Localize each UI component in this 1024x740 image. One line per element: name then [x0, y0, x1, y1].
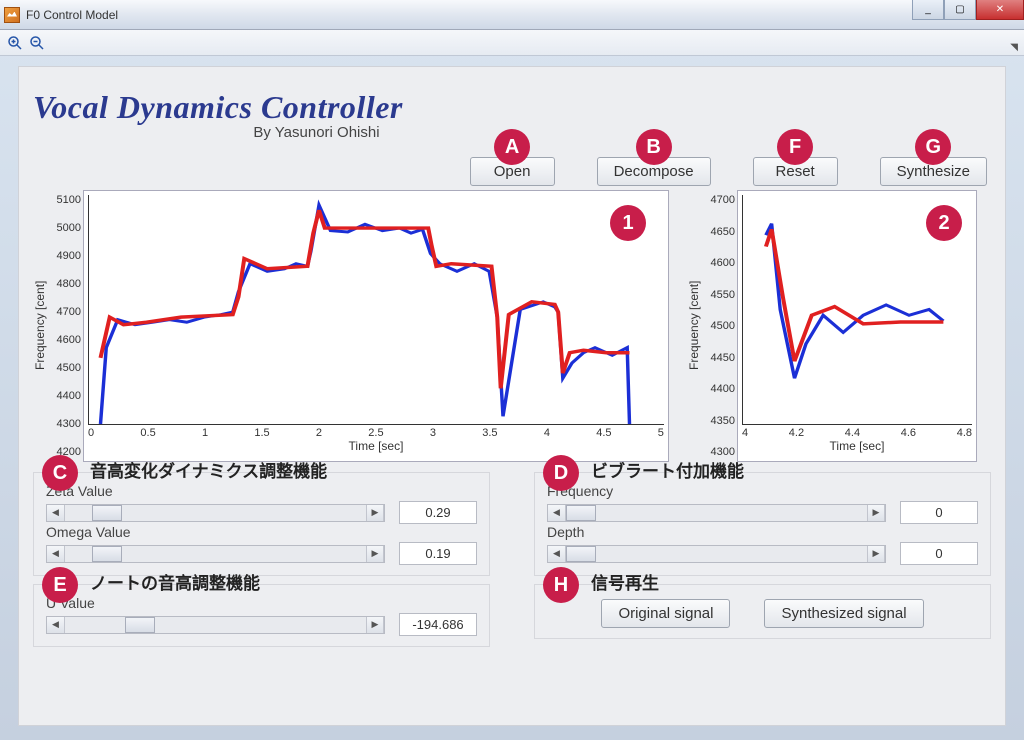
window-titlebar: F0 Control Model _ ▢ ✕: [0, 0, 1024, 30]
vibrato-group: D ビブラート付加機能 Frequency ◀ ▶ 0 Depth ◀: [534, 472, 991, 576]
toolbar-corner-icon: ◥: [1010, 42, 1018, 53]
omega-label: Omega Value: [46, 524, 477, 540]
chart1-ylabel: Frequency [cent]: [33, 190, 51, 462]
arrow-right-icon[interactable]: ▶: [867, 546, 885, 562]
arrow-left-icon[interactable]: ◀: [47, 617, 65, 633]
section-e-title: ノートの音高調整機能: [90, 569, 260, 594]
maximize-button[interactable]: ▢: [944, 0, 976, 20]
window-title: F0 Control Model: [26, 8, 118, 22]
toolbar: ◥: [0, 30, 1024, 56]
frequency-label: Frequency: [547, 483, 978, 499]
zeta-slider[interactable]: ◀ ▶: [46, 504, 385, 522]
badge-1: 1: [610, 205, 646, 241]
chart2-ylabel: Frequency [cent]: [687, 190, 705, 462]
frequency-value[interactable]: 0: [900, 501, 978, 524]
synthesized-signal-button[interactable]: Synthesized signal: [764, 599, 923, 628]
zoom-out-icon[interactable]: [28, 34, 46, 52]
section-d-title: ビブラート付加機能: [591, 457, 744, 482]
chart-2[interactable]: Frequency [cent] 47004650460045504500445…: [687, 190, 977, 462]
u-slider[interactable]: ◀ ▶: [46, 616, 385, 634]
pitch-dynamics-group: C 音高変化ダイナミクス調整機能 Zeta Value ◀ ▶ 0.29 Ome…: [33, 472, 490, 576]
arrow-right-icon[interactable]: ▶: [366, 505, 384, 521]
arrow-right-icon[interactable]: ▶: [867, 505, 885, 521]
arrow-left-icon[interactable]: ◀: [47, 546, 65, 562]
badge-2: 2: [926, 205, 962, 241]
chart-1[interactable]: Frequency [cent] 51005000490048004700460…: [33, 190, 669, 462]
chart1-yticks: 5100500049004800470046004500440043004200: [51, 190, 83, 462]
note-pitch-group: E ノートの音高調整機能 U Value ◀ ▶ -194.686: [33, 584, 490, 647]
zoom-in-icon[interactable]: [6, 34, 24, 52]
main-panel: Vocal Dynamics Controller By Yasunori Oh…: [18, 66, 1006, 726]
close-button[interactable]: ✕: [976, 0, 1024, 20]
chart2-xticks: 44.24.44.64.8: [742, 425, 972, 439]
app-icon: [4, 7, 20, 23]
minimize-button[interactable]: _: [912, 0, 944, 20]
arrow-right-icon[interactable]: ▶: [366, 617, 384, 633]
arrow-left-icon[interactable]: ◀: [548, 546, 566, 562]
badge-e: E: [42, 567, 78, 603]
chart1-xticks: 00.511.522.533.544.55: [88, 425, 664, 439]
depth-value[interactable]: 0: [900, 542, 978, 565]
playback-group: H 信号再生 Original signal Synthesized signa…: [534, 584, 991, 639]
depth-slider[interactable]: ◀ ▶: [547, 545, 886, 563]
omega-slider[interactable]: ◀ ▶: [46, 545, 385, 563]
u-label: U Value: [46, 595, 477, 611]
u-value[interactable]: -194.686: [399, 613, 477, 636]
frequency-slider[interactable]: ◀ ▶: [547, 504, 886, 522]
window-buttons: _ ▢ ✕: [912, 0, 1024, 20]
depth-label: Depth: [547, 524, 978, 540]
original-signal-button[interactable]: Original signal: [601, 599, 730, 628]
chart2-yticks: 470046504600455045004450440043504300: [705, 190, 737, 462]
section-c-title: 音高変化ダイナミクス調整機能: [90, 457, 327, 482]
badge-b: B: [636, 129, 672, 165]
zeta-label: Zeta Value: [46, 483, 477, 499]
byline: By Yasunori Ohishi: [33, 124, 470, 141]
omega-value[interactable]: 0.19: [399, 542, 477, 565]
app-title: Vocal Dynamics Controller: [33, 89, 470, 126]
badge-h: H: [543, 567, 579, 603]
arrow-left-icon[interactable]: ◀: [47, 505, 65, 521]
badge-f: F: [777, 129, 813, 165]
badge-d: D: [543, 455, 579, 491]
badge-c: C: [42, 455, 78, 491]
badge-a: A: [494, 129, 530, 165]
arrow-left-icon[interactable]: ◀: [548, 505, 566, 521]
section-h-title: 信号再生: [591, 569, 659, 594]
arrow-right-icon[interactable]: ▶: [366, 546, 384, 562]
zeta-value[interactable]: 0.29: [399, 501, 477, 524]
